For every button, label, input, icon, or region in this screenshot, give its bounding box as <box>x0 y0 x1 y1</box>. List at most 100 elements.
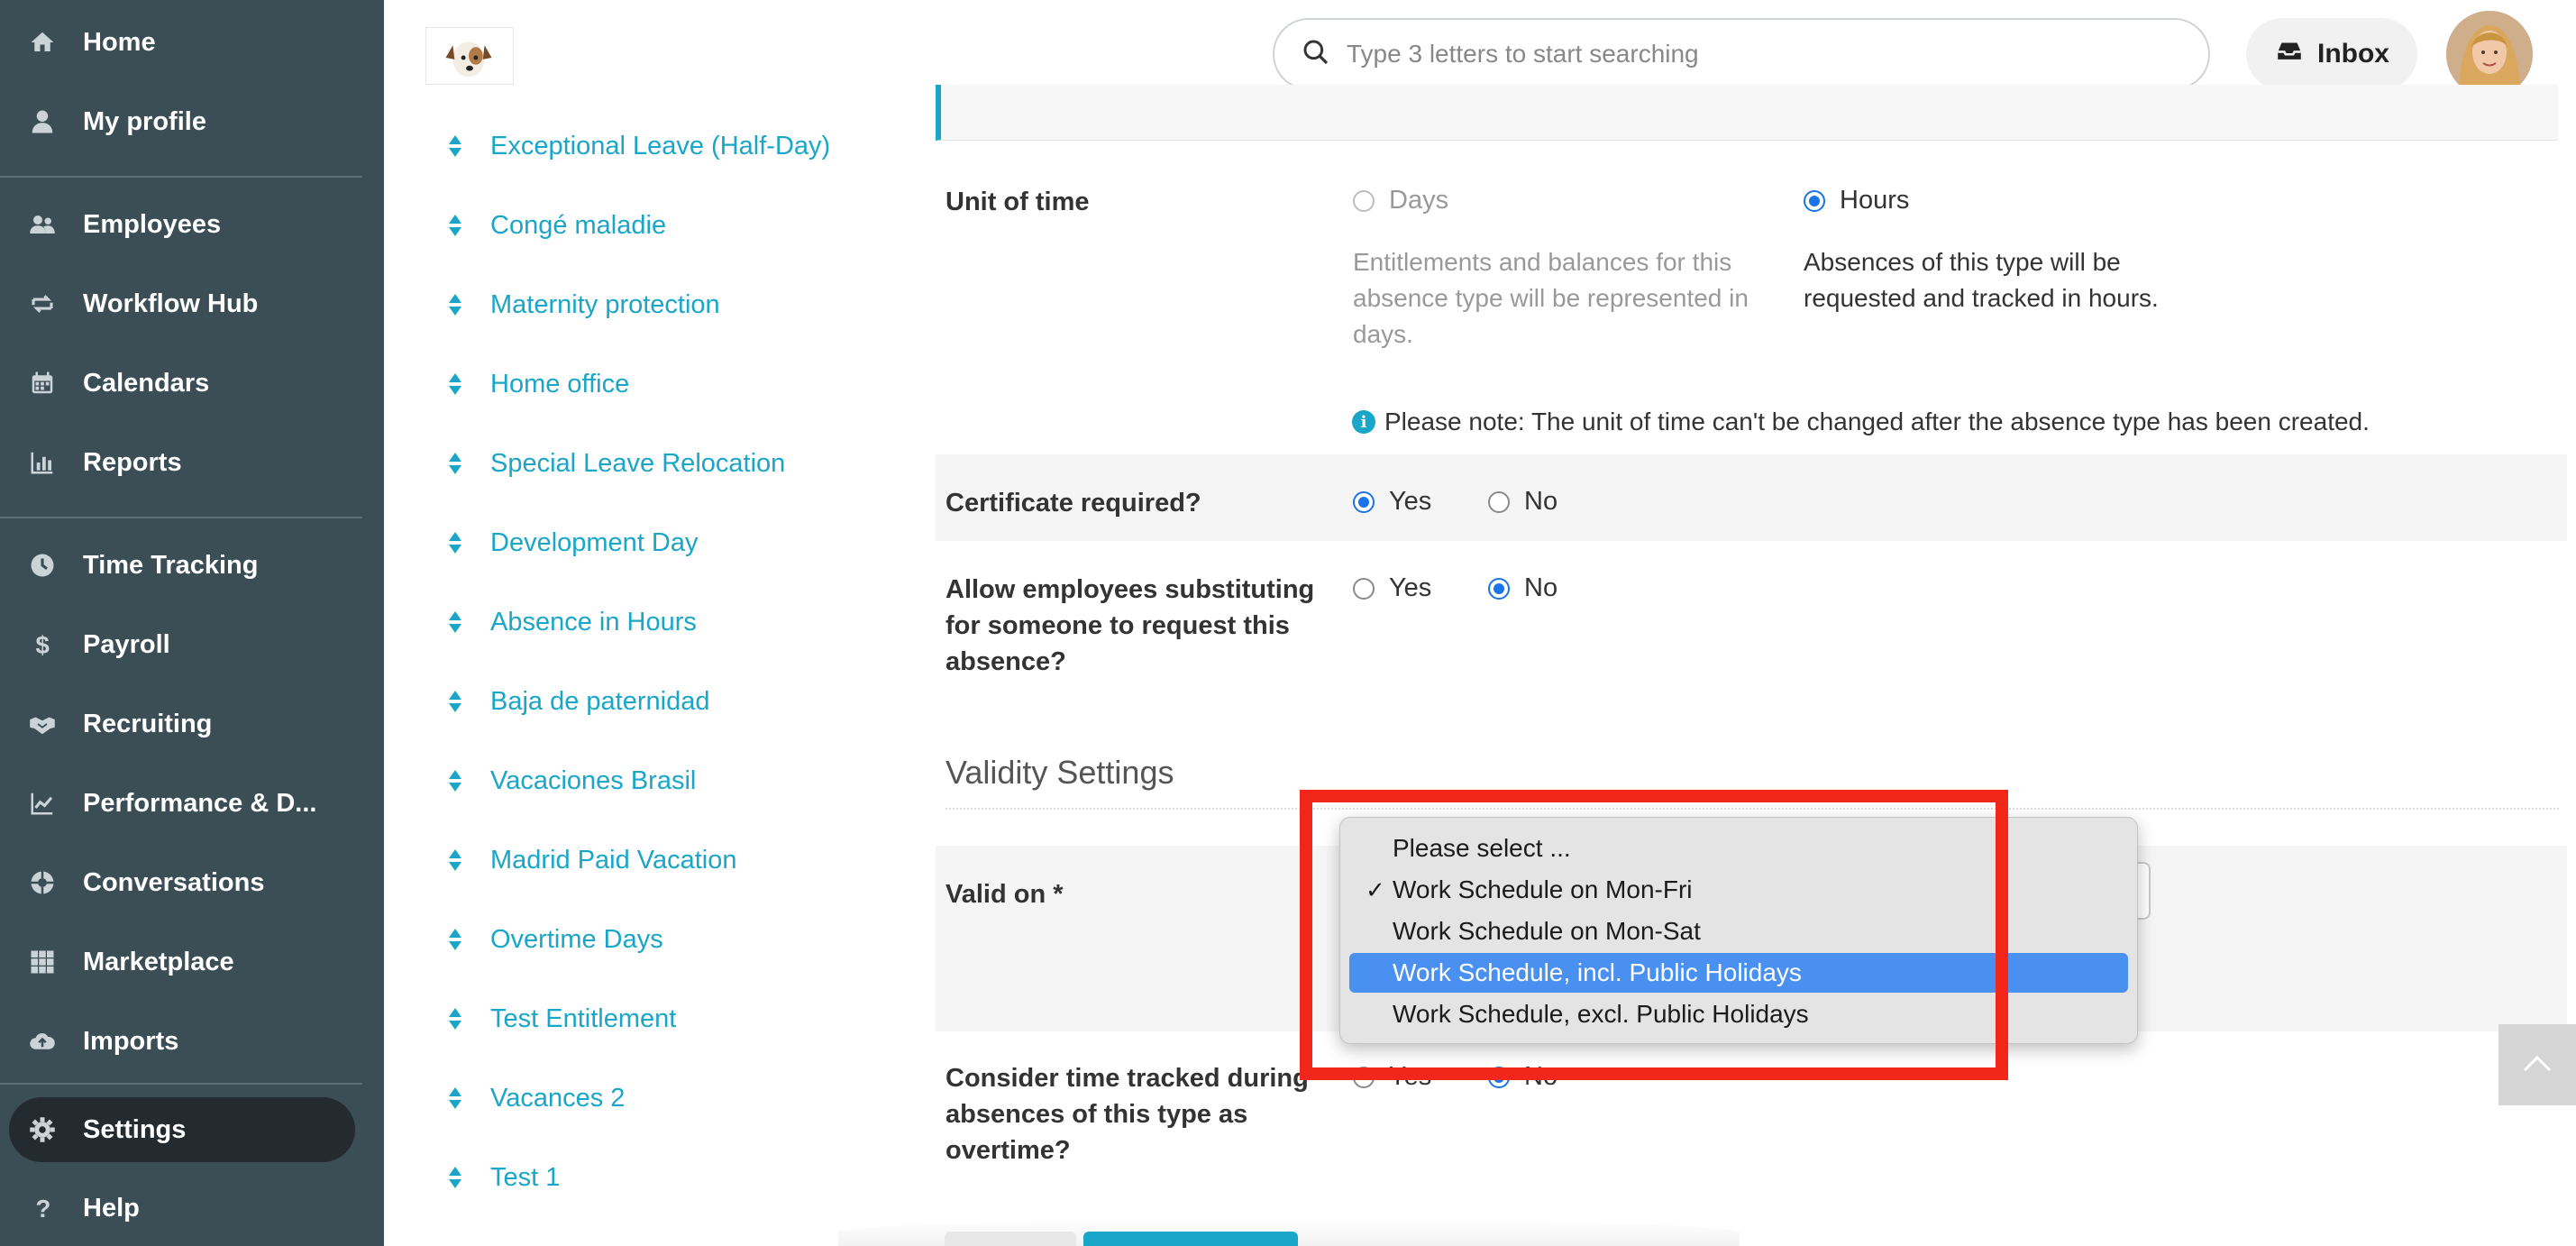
list-item[interactable]: Maternity protection <box>447 285 720 325</box>
sort-handle-icon[interactable] <box>447 1007 463 1031</box>
sort-handle-icon[interactable] <box>447 1166 463 1189</box>
sort-handle-icon[interactable] <box>447 372 463 396</box>
cancel-button[interactable] <box>945 1232 1076 1246</box>
sidebar-item-time-tracking[interactable]: Time Tracking <box>0 529 384 601</box>
sidebar-item-performance[interactable]: Performance & D... <box>0 767 384 839</box>
list-item[interactable]: Exceptional Leave (Half-Day) <box>447 126 830 166</box>
inbox-label: Inbox <box>2317 39 2389 69</box>
absence-type-link[interactable]: Maternity protection <box>490 290 720 320</box>
sort-handle-icon[interactable] <box>447 134 463 158</box>
valid-on-label: Valid on * <box>945 880 1064 909</box>
list-item[interactable]: Congé maladie <box>447 206 666 245</box>
radio-dot <box>1353 189 1375 212</box>
certificate-yes-radio[interactable]: Yes <box>1353 487 1431 517</box>
sidebar-item-calendars[interactable]: Calendars <box>0 347 384 419</box>
list-item[interactable]: Test Entitlement <box>447 999 676 1039</box>
overtime-label: Consider time tracked during absences of… <box>945 1064 1309 1165</box>
list-item[interactable]: Absence in Hours <box>447 602 697 642</box>
absence-type-link[interactable]: Exceptional Leave (Half-Day) <box>490 132 830 161</box>
sidebar-item-label: Workflow Hub <box>83 289 259 318</box>
radio-label: Hours <box>1840 186 1910 215</box>
sidebar-item-recruiting[interactable]: Recruiting <box>0 688 384 760</box>
home-icon <box>25 25 59 60</box>
unit-note: i Please note: The unit of time can't be… <box>1352 408 2370 436</box>
absence-type-link[interactable]: Absence in Hours <box>490 608 697 637</box>
sort-handle-icon[interactable] <box>447 214 463 237</box>
absence-type-link[interactable]: Vacances 2 <box>490 1084 625 1113</box>
list-item[interactable]: Vacances 2 <box>447 1078 625 1118</box>
absence-type-link[interactable]: Test Entitlement <box>490 1004 676 1034</box>
sidebar-item-payroll[interactable]: $ Payroll <box>0 609 384 681</box>
days-description: Entitlements and balances for this absen… <box>1353 248 1749 348</box>
company-logo[interactable] <box>425 27 514 85</box>
svg-text:?: ? <box>36 1195 51 1222</box>
sidebar-item-my-profile[interactable]: My profile <box>0 86 384 158</box>
sidebar-item-conversations[interactable]: Conversations <box>0 847 384 919</box>
list-item[interactable]: Special Leave Relocation <box>447 444 785 483</box>
sort-handle-icon[interactable] <box>447 293 463 316</box>
absence-type-link[interactable]: Baja de paternidad <box>490 687 709 717</box>
sort-handle-icon[interactable] <box>447 690 463 713</box>
sidebar-item-help[interactable]: ? Help <box>0 1172 384 1244</box>
sort-handle-icon[interactable] <box>447 531 463 554</box>
sidebar-item-home[interactable]: Home <box>0 6 384 78</box>
sort-handle-icon[interactable] <box>447 452 463 475</box>
sort-handle-icon[interactable] <box>447 848 463 872</box>
save-button[interactable] <box>1083 1232 1298 1246</box>
scroll-to-top-button[interactable] <box>2498 1024 2576 1105</box>
sort-handle-icon[interactable] <box>447 610 463 634</box>
certificate-no-radio[interactable]: No <box>1488 487 1557 517</box>
sidebar-item-employees[interactable]: Employees <box>0 188 384 261</box>
substitute-yes-radio[interactable]: Yes <box>1353 573 1431 603</box>
sidebar-item-marketplace[interactable]: Marketplace <box>0 926 384 998</box>
svg-text:$: $ <box>36 631 50 658</box>
certificate-label: Certificate required? <box>945 489 1201 518</box>
sidebar: Home My profile Employees Workflow Hub C… <box>0 0 384 1246</box>
radio-label: Yes <box>1389 573 1432 602</box>
absence-type-link[interactable]: Overtime Days <box>490 925 663 955</box>
absence-type-link[interactable]: Special Leave Relocation <box>490 449 785 479</box>
search-icon <box>1302 38 1347 71</box>
sort-handle-icon[interactable] <box>447 928 463 951</box>
sidebar-item-label: My profile <box>83 106 206 136</box>
absence-type-link[interactable]: Madrid Paid Vacation <box>490 846 737 875</box>
absence-type-link[interactable]: Home office <box>490 370 629 399</box>
search-input[interactable] <box>1347 40 2158 69</box>
sidebar-item-reports[interactable]: Reports <box>0 426 384 499</box>
sort-handle-icon[interactable] <box>447 1086 463 1110</box>
users-icon <box>25 207 59 242</box>
radio-label: No <box>1524 573 1558 602</box>
absence-type-link[interactable]: Congé maladie <box>490 211 666 241</box>
search-bar[interactable] <box>1273 18 2210 90</box>
absence-type-link[interactable]: Test 1 <box>490 1163 560 1193</box>
sidebar-item-label: Settings <box>83 1114 187 1144</box>
note-text: Please note: The unit of time can't be c… <box>1384 408 2370 435</box>
list-item[interactable]: Home office <box>447 364 629 404</box>
radio-label: No <box>1524 487 1558 516</box>
gear-icon <box>25 1113 59 1147</box>
substitute-no-radio[interactable]: No <box>1488 573 1557 603</box>
list-item[interactable]: Test 1 <box>447 1158 560 1197</box>
sidebar-item-settings[interactable]: Settings <box>9 1097 355 1162</box>
unit-of-time-label: Unit of time <box>945 188 1090 216</box>
list-item[interactable]: Baja de paternidad <box>447 682 709 721</box>
unit-hours-radio[interactable]: Hours <box>1804 186 1909 215</box>
sidebar-item-label: Employees <box>83 209 222 239</box>
sidebar-item-label: Calendars <box>83 368 210 398</box>
info-icon: i <box>1352 410 1375 434</box>
list-item[interactable]: Development Day <box>447 523 699 563</box>
list-item[interactable]: Vacaciones Brasil <box>447 761 696 801</box>
list-item[interactable]: Overtime Days <box>447 920 663 959</box>
inbox-button[interactable]: Inbox <box>2246 18 2417 90</box>
list-item[interactable]: Madrid Paid Vacation <box>447 840 737 880</box>
sidebar-item-workflow-hub[interactable]: Workflow Hub <box>0 268 384 340</box>
sidebar-item-label: Help <box>83 1193 140 1223</box>
inbox-icon <box>2274 35 2317 73</box>
radio-dot <box>1804 189 1825 212</box>
sidebar-item-label: Time Tracking <box>83 550 259 580</box>
sidebar-item-imports[interactable]: Imports <box>0 1005 384 1077</box>
absence-type-link[interactable]: Vacaciones Brasil <box>490 766 696 796</box>
chevron-up-icon <box>2522 1053 2553 1077</box>
sort-handle-icon[interactable] <box>447 769 463 792</box>
absence-type-link[interactable]: Development Day <box>490 528 699 558</box>
